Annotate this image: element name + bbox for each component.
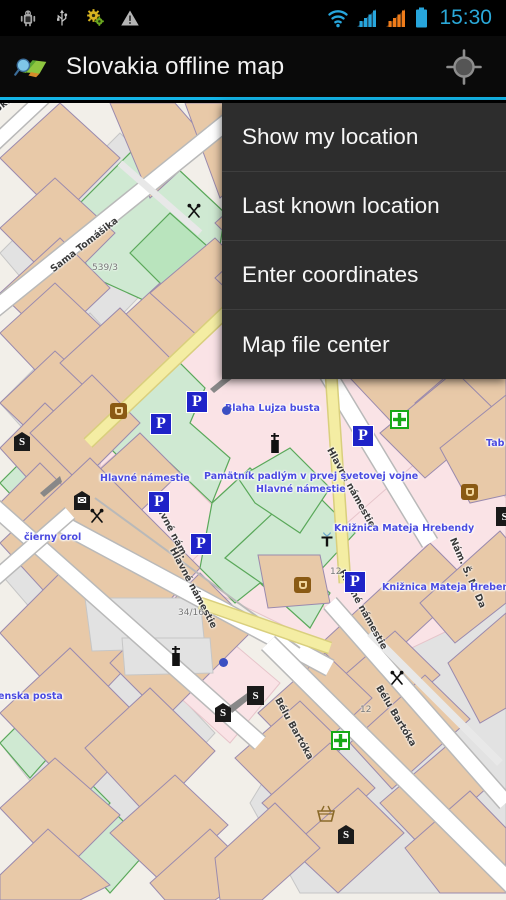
signal-bars-secondary-icon	[386, 9, 406, 27]
page-title: Slovakia offline map	[66, 52, 285, 80]
map-node[interactable]	[219, 658, 228, 667]
green-cross-icon	[393, 413, 406, 426]
menu-item-label: Enter coordinates	[242, 262, 419, 287]
atm-marker[interactable]: S	[496, 507, 506, 526]
overflow-menu: Show my location Last known location Ent…	[222, 103, 506, 379]
atm-marker[interactable]: S	[247, 686, 264, 705]
monument-icon	[172, 646, 180, 666]
my-location-button[interactable]	[440, 43, 488, 91]
app-root: 15:30 Slovakia offline map Sama Tomášika…	[0, 0, 506, 900]
menu-item-label: Last known location	[242, 193, 440, 218]
fountain-marker[interactable]	[320, 531, 334, 549]
signal-bars-icon	[357, 9, 377, 27]
usb-icon	[57, 9, 68, 26]
android-debug-icon	[20, 10, 36, 27]
parking-marker[interactable]: P	[150, 413, 172, 435]
house-number: 12	[360, 705, 372, 715]
monument-marker[interactable]	[169, 646, 183, 666]
house-number: 539/3	[92, 263, 118, 273]
pharmacy-marker[interactable]	[390, 410, 409, 429]
house-number: 34/16	[178, 608, 204, 618]
cafe-marker[interactable]	[110, 403, 127, 419]
map-magnifier-icon	[14, 58, 47, 77]
status-bar: 15:30	[0, 0, 506, 36]
parking-marker[interactable]: P	[148, 491, 170, 513]
parking-marker[interactable]: P	[344, 571, 366, 593]
parking-marker[interactable]: P	[190, 533, 212, 555]
warning-triangle-icon	[121, 10, 139, 26]
shop-marker[interactable]	[316, 805, 336, 822]
menu-item-label: Map file center	[242, 331, 390, 357]
action-bar: Slovakia offline map	[0, 36, 506, 100]
monument-icon	[271, 433, 279, 453]
monument-marker[interactable]	[268, 433, 282, 453]
settings-gears-icon	[87, 9, 104, 26]
shopping-basket-icon	[316, 805, 336, 822]
fountain-icon	[321, 532, 333, 547]
wifi-icon	[328, 10, 349, 28]
house-number: 12	[330, 567, 342, 577]
menu-item-last-known-location[interactable]: Last known location	[222, 172, 506, 241]
status-bar-left-icons	[8, 8, 140, 28]
green-cross-icon	[334, 734, 347, 747]
parking-marker[interactable]: P	[352, 425, 374, 447]
my-location-crosshair-icon	[446, 48, 482, 85]
parking-marker[interactable]: P	[186, 391, 208, 413]
map-node[interactable]	[222, 406, 231, 415]
pharmacy-marker[interactable]	[331, 731, 350, 750]
cafe-marker[interactable]	[461, 484, 478, 500]
status-bar-right-icons: 15:30	[326, 6, 498, 30]
menu-item-show-my-location[interactable]: Show my location	[222, 103, 506, 172]
battery-icon	[416, 7, 428, 28]
fork-knife-icon	[187, 203, 201, 218]
menu-item-map-file-center[interactable]: Map file center	[222, 310, 506, 379]
restaurant-marker[interactable]	[389, 670, 405, 686]
cafe-marker[interactable]	[294, 577, 311, 593]
fork-knife-icon	[390, 670, 404, 685]
restaurant-marker[interactable]	[89, 508, 105, 524]
restaurant-marker[interactable]	[186, 203, 202, 219]
menu-item-label: Show my location	[242, 124, 419, 149]
fork-knife-icon	[90, 508, 104, 523]
status-bar-clock: 15:30	[439, 6, 492, 29]
menu-item-enter-coordinates[interactable]: Enter coordinates	[222, 241, 506, 310]
